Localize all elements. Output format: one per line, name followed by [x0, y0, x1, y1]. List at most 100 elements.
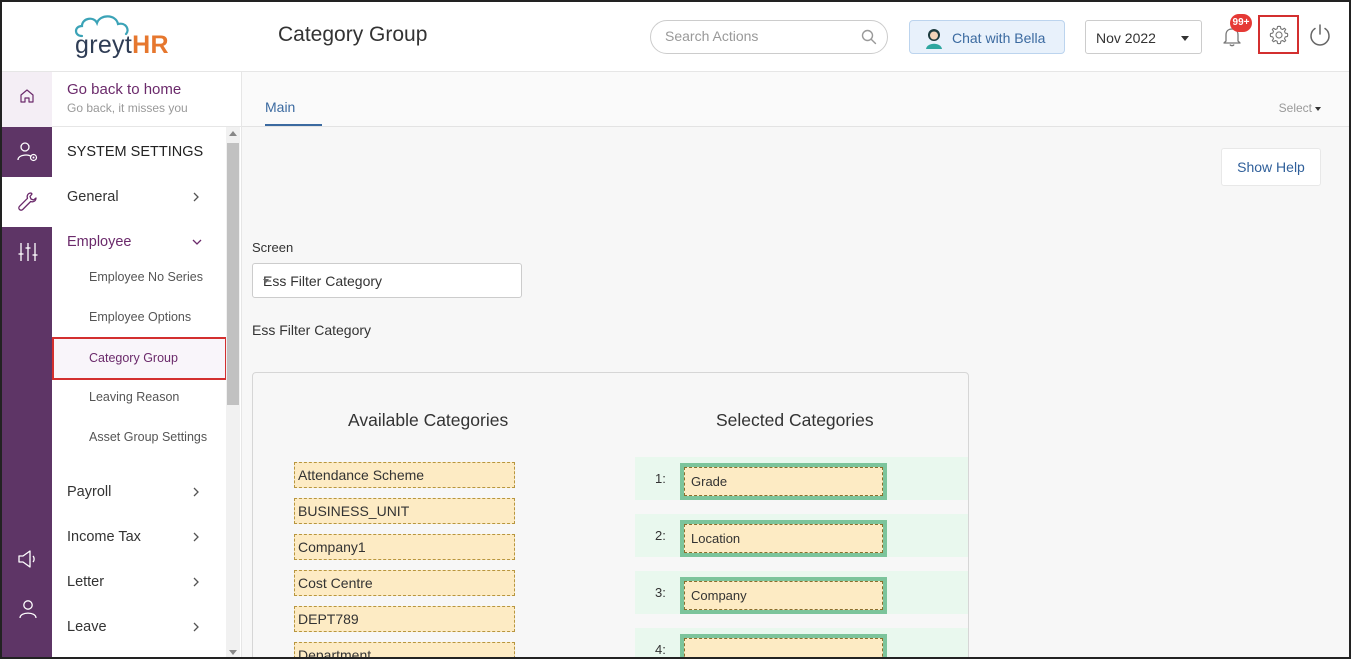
chevron-right-icon [193, 622, 199, 632]
search-actions[interactable] [650, 20, 888, 54]
home-icon [20, 89, 34, 103]
sidebar-scrollbar[interactable] [226, 127, 240, 657]
selected-category-slot[interactable]: Location [680, 520, 887, 557]
settings-sidebar: Go back to home Go back, it misses you S… [52, 72, 242, 657]
power-icon[interactable] [1307, 22, 1333, 53]
sidebar-item-payroll[interactable]: Payroll [67, 484, 207, 500]
scroll-up-icon[interactable] [229, 131, 237, 136]
sidebar-subitem-employee-no-series[interactable]: Employee No Series [89, 270, 203, 284]
sidebar-item-letter[interactable]: Letter [67, 574, 207, 590]
slot-number: 3: [655, 585, 666, 600]
sidebar-subitem-asset-group-settings[interactable]: Asset Group Settings [89, 430, 207, 444]
top-header: greytHR Category Group Chat with Bella N… [2, 2, 1349, 72]
screen-label: Screen [252, 240, 294, 255]
select-label: Select [1278, 101, 1312, 115]
logo-wordmark: greytHR [75, 31, 169, 59]
caret-down-icon [1315, 106, 1321, 111]
period-dropdown[interactable]: Nov 2022 [1085, 20, 1202, 54]
notification-badge: 99+ [1230, 14, 1252, 32]
selected-category-row: 3: Company [635, 571, 968, 614]
sliders-icon [18, 243, 38, 261]
greythr-logo[interactable]: greytHR [72, 12, 192, 62]
show-help-button[interactable]: Show Help [1221, 148, 1321, 186]
page-title: Category Group [278, 23, 428, 46]
sidebar-item-label: Employee [67, 234, 132, 250]
tab-main[interactable]: Main [265, 99, 295, 115]
sidebar-item-label: Letter [67, 574, 105, 590]
sidebar-item-income-tax[interactable]: Income Tax [67, 529, 207, 545]
bella-avatar-icon [924, 27, 944, 54]
slot-number: 4: [655, 642, 666, 657]
selected-category-item[interactable] [684, 638, 883, 657]
sidebar-subitem-category-group[interactable]: Category Group [52, 337, 227, 380]
user-settings-icon [17, 142, 38, 162]
gear-icon [1269, 25, 1289, 45]
period-value: Nov 2022 [1096, 30, 1156, 46]
section-title: Ess Filter Category [252, 322, 372, 338]
screen-select-value: Ess Filter Category [263, 273, 383, 289]
rail-announcements[interactable] [2, 534, 52, 584]
chat-with-bella-button[interactable]: Chat with Bella [909, 20, 1065, 54]
go-back-home-link[interactable]: Go back to home Go back, it misses you [67, 81, 188, 115]
available-category-item[interactable]: Cost Centre [294, 570, 515, 596]
caret-down-icon [1181, 36, 1189, 41]
rail-profile[interactable] [2, 584, 52, 634]
sidebar-subitem-employee-options[interactable]: Employee Options [89, 310, 191, 324]
chevron-right-icon [193, 487, 199, 497]
available-categories-title: Available Categories [348, 410, 509, 430]
select-dropdown[interactable]: Select [1279, 101, 1321, 115]
rail-sliders[interactable] [2, 227, 52, 277]
chat-with-bella-label: Chat with Bella [952, 30, 1046, 46]
sidebar-item-label: Leave [67, 619, 107, 635]
available-category-item[interactable]: Company1 [294, 534, 515, 560]
available-category-item[interactable]: Attendance Scheme [294, 462, 515, 488]
available-category-item[interactable]: BUSINESS_UNIT [294, 498, 515, 524]
search-icon[interactable] [861, 29, 877, 50]
scroll-down-icon[interactable] [229, 650, 237, 655]
sidebar-item-label: Payroll [67, 484, 112, 500]
chevron-down-icon [192, 239, 202, 245]
sidebar-item-label: Income Tax [67, 529, 141, 545]
active-tab-indicator [265, 124, 322, 126]
wrench-icon [18, 192, 37, 211]
sidebar-subitem-leaving-reason[interactable]: Leaving Reason [89, 390, 179, 404]
selected-category-slot[interactable]: Grade [680, 463, 887, 500]
selected-categories-title: Selected Categories [716, 410, 874, 430]
selected-category-row: 4: [635, 628, 968, 657]
sidebar-item-general[interactable]: General [67, 189, 207, 205]
divider [52, 126, 242, 127]
screen-select[interactable]: Ess Filter Category [252, 263, 522, 298]
user-icon [19, 600, 37, 619]
selected-category-slot[interactable] [680, 634, 887, 657]
slot-number: 1: [655, 471, 666, 486]
selected-category-item[interactable]: Grade [684, 467, 883, 496]
chevron-right-icon [193, 192, 199, 202]
selected-category-item[interactable]: Location [684, 524, 883, 553]
sidebar-item-employee[interactable]: Employee [67, 234, 207, 250]
available-category-item[interactable]: Department [294, 642, 515, 657]
sidebar-subitem-label: Category Group [89, 351, 178, 365]
chevron-right-icon [193, 577, 199, 587]
search-input[interactable] [665, 28, 855, 44]
icon-rail [2, 72, 52, 657]
selected-category-item[interactable]: Company [684, 581, 883, 610]
go-back-subtitle: Go back, it misses you [67, 101, 188, 115]
home-button[interactable] [2, 72, 52, 127]
app-window: greytHR Category Group Chat with Bella N… [0, 0, 1351, 659]
rail-user-settings[interactable] [2, 127, 52, 177]
selected-category-slot[interactable]: Company [680, 577, 887, 614]
tab-bar: Main Select [242, 72, 1349, 127]
megaphone-icon [18, 550, 35, 568]
selected-category-row: 2: Location [635, 514, 968, 557]
scrollbar-thumb[interactable] [227, 143, 239, 405]
section-heading: SYSTEM SETTINGS [67, 144, 204, 160]
go-back-title: Go back to home [67, 81, 182, 98]
settings-button[interactable] [1258, 15, 1299, 54]
rail-system-settings[interactable] [2, 177, 52, 227]
available-category-item[interactable]: DEPT789 [294, 606, 515, 632]
caret-down-icon [263, 279, 269, 283]
chevron-right-icon [193, 532, 199, 542]
selected-category-row: 1: Grade [635, 457, 968, 500]
category-panel: Available Categories Selected Categories… [252, 372, 969, 657]
sidebar-item-leave[interactable]: Leave [67, 619, 207, 635]
